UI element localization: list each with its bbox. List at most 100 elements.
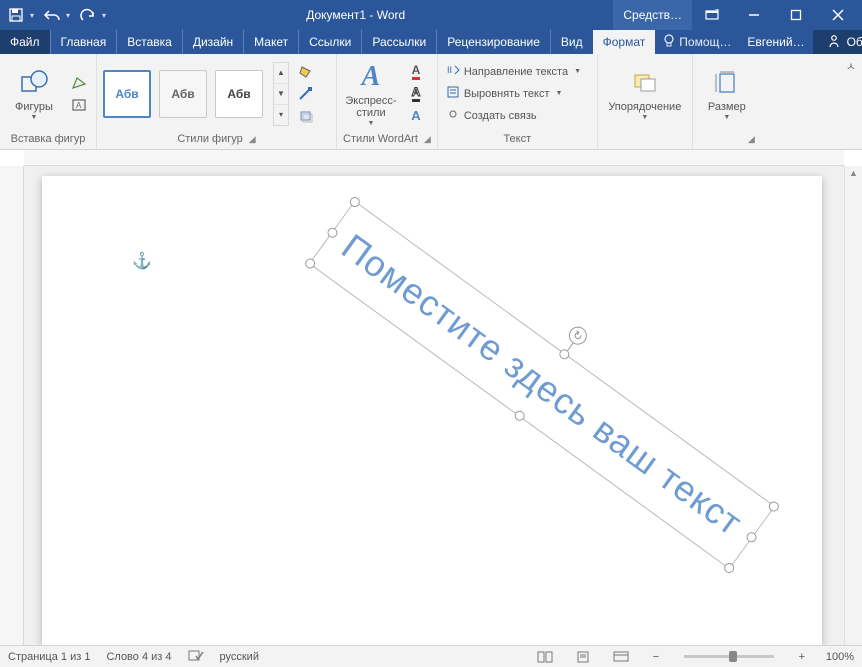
size-button[interactable]: Размер ▼ (699, 59, 755, 129)
horizontal-ruler[interactable] (24, 150, 844, 166)
window-title: Документ1 - Word (106, 8, 605, 22)
tab-design[interactable]: Дизайн (182, 30, 243, 54)
zoom-out-button[interactable]: − (648, 651, 664, 663)
shape-style-gallery-scroll: ▲ ▼ ▾ (273, 62, 289, 126)
shape-outline-icon[interactable] (295, 84, 317, 104)
text-direction-label: Направление текста (464, 66, 568, 78)
undo-icon[interactable] (42, 5, 62, 25)
view-web-icon[interactable] (610, 648, 632, 666)
minimize-icon[interactable] (734, 0, 774, 30)
zoom-slider-knob[interactable] (729, 651, 737, 662)
text-effects-icon[interactable]: A (405, 106, 427, 126)
gallery-up-icon[interactable]: ▲ (274, 63, 288, 84)
link-icon (446, 107, 460, 124)
qat-dropdown-2[interactable]: ▾ (102, 11, 106, 20)
vertical-ruler[interactable] (0, 166, 24, 645)
group-shape-styles-label: Стили фигур (177, 133, 242, 145)
text-fill-icon[interactable]: A (405, 62, 427, 82)
tell-me-label: Помощ… (679, 35, 731, 49)
tell-me[interactable]: Помощ… (655, 30, 739, 54)
status-language[interactable]: русский (220, 651, 259, 663)
size-icon (711, 67, 743, 99)
group-insert-shapes: Фигуры ▼ A Вставка фигур (0, 54, 97, 149)
tab-format[interactable]: Формат (593, 30, 656, 54)
ribbon-tabs: Файл Главная Вставка Дизайн Макет Ссылки… (0, 30, 862, 54)
vertical-scrollbar[interactable]: ▲ (844, 166, 862, 645)
text-box-icon[interactable]: A (68, 95, 90, 115)
page[interactable]: ⚓ Поместите здесь ваш текст ↻ (42, 176, 822, 645)
status-word-count[interactable]: Слово 4 из 4 (106, 651, 171, 663)
wordart-quickstyles-button[interactable]: A Экспресс- стили ▼ (343, 59, 399, 129)
shapes-label: Фигуры (15, 101, 53, 113)
group-insert-shapes-label: Вставка фигур (6, 131, 90, 147)
view-print-icon[interactable] (572, 648, 594, 666)
title-bar: ▾ ▾ ▾ Документ1 - Word Средств… (0, 0, 862, 30)
workspace: ▲ ⚓ Поместите здесь ваш текст ↻ (0, 150, 862, 645)
zoom-value[interactable]: 100% (826, 651, 854, 663)
qat-dropdown-1[interactable]: ▾ (30, 11, 34, 20)
align-text-icon (446, 85, 460, 102)
anchor-icon: ⚓ (132, 251, 152, 271)
align-text-button[interactable]: Выровнять текст▼ (444, 84, 583, 104)
edit-shape-icon[interactable] (68, 73, 90, 93)
redo-icon[interactable] (78, 5, 98, 25)
tab-insert[interactable]: Вставка (116, 30, 182, 54)
create-link-button[interactable]: Создать связь (444, 106, 583, 126)
close-icon[interactable] (818, 0, 858, 30)
group-arrange: Упорядочение ▼ (598, 54, 693, 149)
group-wordart-styles: A Экспресс- стили ▼ A A A Стили WordArt◢ (337, 54, 438, 149)
shape-style-1[interactable]: Абв (103, 70, 151, 118)
wordart-object[interactable]: Поместите здесь ваш текст ↻ (309, 201, 776, 570)
tab-view[interactable]: Вид (550, 30, 593, 54)
shapes-icon (18, 67, 50, 99)
wordart-launcher-icon[interactable]: ◢ (424, 134, 431, 145)
save-icon[interactable] (6, 5, 26, 25)
rotate-handle[interactable]: ↻ (565, 323, 590, 348)
maximize-icon[interactable] (776, 0, 816, 30)
tab-layout[interactable]: Макет (243, 30, 298, 54)
tab-references[interactable]: Ссылки (298, 30, 361, 54)
gallery-more-icon[interactable]: ▾ (274, 105, 288, 125)
scroll-up-icon[interactable]: ▲ (847, 166, 860, 180)
align-text-label: Выровнять текст (464, 88, 550, 100)
ribbon: Фигуры ▼ A Вставка фигур Абв Абв Абв ▲ ▼… (0, 54, 862, 150)
svg-text:A: A (76, 101, 82, 110)
shape-effects-icon[interactable] (295, 106, 317, 126)
tab-mailings[interactable]: Рассылки (361, 30, 436, 54)
text-outline-icon[interactable]: A (405, 84, 427, 104)
shape-style-3[interactable]: Абв (215, 70, 263, 118)
tab-file[interactable]: Файл (0, 30, 50, 54)
arrange-icon (629, 67, 661, 99)
size-label: Размер (708, 101, 746, 113)
wordart-label: Экспресс- стили (345, 95, 396, 119)
shape-styles-launcher-icon[interactable]: ◢ (249, 134, 256, 145)
group-size: Размер ▼ ◢ (693, 54, 761, 149)
drawing-tools-title: Средств… (613, 0, 692, 30)
undo-dropdown[interactable]: ▾ (66, 11, 70, 20)
size-launcher-icon[interactable]: ◢ (748, 134, 755, 145)
document-area[interactable]: ⚓ Поместите здесь ваш текст ↻ (24, 166, 844, 645)
shape-style-2[interactable]: Абв (159, 70, 207, 118)
wordart-icon: A (355, 61, 387, 93)
share-button[interactable]: Общий доступ (813, 30, 862, 54)
proofing-icon[interactable] (188, 648, 204, 665)
gallery-down-icon[interactable]: ▼ (274, 84, 288, 105)
zoom-in-button[interactable]: + (794, 651, 810, 663)
shapes-button[interactable]: Фигуры ▼ (6, 59, 62, 129)
lightbulb-icon (663, 34, 675, 51)
user-name[interactable]: Евгений… (739, 30, 812, 54)
quick-access-toolbar: ▾ ▾ ▾ (6, 5, 106, 25)
shape-fill-icon[interactable] (295, 62, 317, 82)
status-page[interactable]: Страница 1 из 1 (8, 651, 90, 663)
group-text: II Направление текста▼ Выровнять текст▼ … (438, 54, 598, 149)
text-direction-button[interactable]: II Направление текста▼ (444, 62, 583, 82)
svg-text:II: II (447, 65, 452, 75)
tab-home[interactable]: Главная (50, 30, 117, 54)
zoom-slider[interactable] (684, 655, 774, 658)
collapse-ribbon-icon[interactable]: ㅅ (846, 58, 856, 74)
view-read-icon[interactable] (534, 648, 556, 666)
arrange-button[interactable]: Упорядочение ▼ (604, 59, 686, 129)
tab-review[interactable]: Рецензирование (436, 30, 550, 54)
wordart-text[interactable]: Поместите здесь ваш текст (310, 202, 774, 568)
ribbon-display-icon[interactable] (692, 0, 732, 30)
